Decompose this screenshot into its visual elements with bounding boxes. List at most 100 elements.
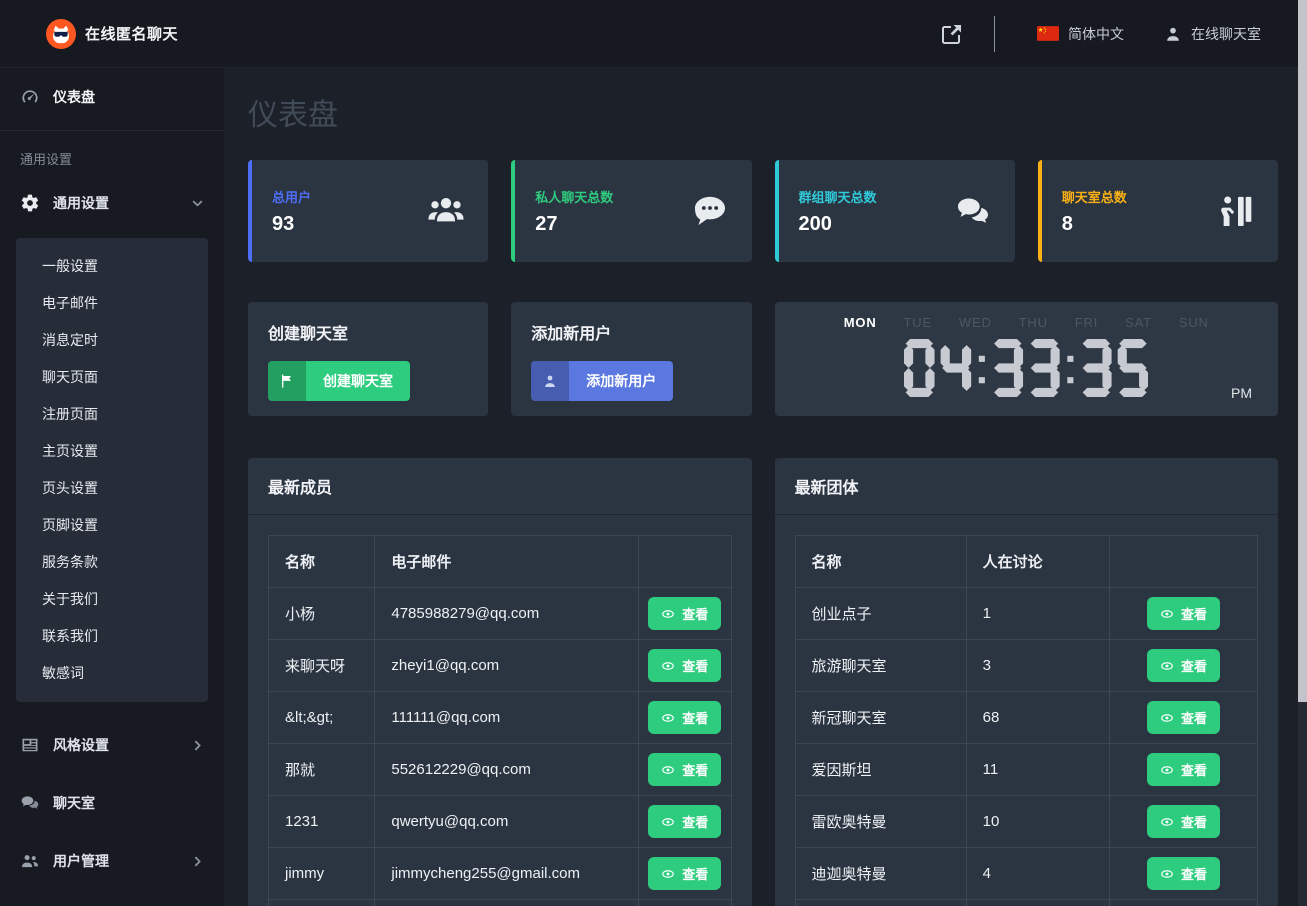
table-cell: 68 bbox=[966, 692, 1109, 744]
view-button[interactable]: 查看 bbox=[648, 753, 721, 786]
table-row: diafdadtest123@qq.com查看 bbox=[269, 900, 732, 906]
table-action-cell: 查看 bbox=[639, 640, 732, 692]
view-button[interactable]: 查看 bbox=[648, 649, 721, 682]
latest-groups-card: 最新团体 名称人在讨论创业点子1查看旅游聊天室3查看新冠聊天室68查看爱因斯坦1… bbox=[775, 458, 1279, 906]
gear-icon bbox=[20, 193, 40, 213]
sidebar-item-label: 风格设置 bbox=[53, 735, 109, 755]
stat-label: 私人聊天总数 bbox=[535, 187, 613, 206]
create-room-title: 创建聊天室 bbox=[268, 320, 468, 344]
sidebar-item-user-management[interactable]: 用户管理 bbox=[0, 832, 224, 890]
table-row: 1231qwertyu@qq.com查看 bbox=[269, 796, 732, 848]
column-header: 名称 bbox=[795, 536, 966, 588]
view-button[interactable]: 查看 bbox=[648, 857, 721, 890]
language-switcher[interactable]: 简体中文 bbox=[1037, 24, 1124, 44]
table-cell: jimmycheng255@gmail.com bbox=[375, 848, 639, 900]
view-button[interactable]: 查看 bbox=[648, 805, 721, 838]
submenu-item-4[interactable]: 注册页面 bbox=[16, 396, 208, 433]
submenu-item-8[interactable]: 服务条款 bbox=[16, 544, 208, 581]
submenu-item-0[interactable]: 一般设置 bbox=[16, 248, 208, 285]
page-scrollbar[interactable] bbox=[1298, 0, 1307, 906]
create-room-button[interactable]: 创建聊天室 bbox=[268, 361, 410, 401]
table-cell: qwertyu@qq.com bbox=[375, 796, 639, 848]
column-header: 人在讨论 bbox=[966, 536, 1109, 588]
view-button[interactable]: 查看 bbox=[1147, 597, 1220, 630]
user-label: 在线聊天室 bbox=[1191, 24, 1261, 44]
clock-day-sun: SUN bbox=[1179, 315, 1209, 330]
clock-day-fri: FRI bbox=[1075, 315, 1098, 330]
users-group-icon bbox=[426, 191, 466, 231]
sidebar-item-label: 聊天室 bbox=[53, 793, 95, 813]
external-link-icon[interactable] bbox=[940, 22, 964, 46]
latest-groups-title: 最新团体 bbox=[775, 458, 1279, 515]
view-button[interactable]: 查看 bbox=[648, 597, 721, 630]
sidebar-item-site-language[interactable]: A 文 网站语言 bbox=[0, 890, 224, 906]
brand[interactable]: 在线匿名聊天 bbox=[0, 19, 224, 49]
door-enter-icon bbox=[1216, 191, 1256, 231]
view-button[interactable]: 查看 bbox=[1147, 753, 1220, 786]
stats-row: 总用户 93 私人聊天总数 27 群组聊天总数 bbox=[248, 160, 1278, 262]
sidebar-item-style-settings[interactable]: 风格设置 bbox=[0, 716, 224, 774]
table-cell: test123@qq.com bbox=[375, 900, 639, 906]
submenu-item-9[interactable]: 关于我们 bbox=[16, 581, 208, 618]
table-cell: 新冠聊天室 bbox=[795, 692, 966, 744]
table-cell: 那就 bbox=[269, 744, 375, 796]
view-button[interactable]: 查看 bbox=[1147, 805, 1220, 838]
table-action-cell: 查看 bbox=[639, 588, 732, 640]
submenu-item-2[interactable]: 消息定时 bbox=[16, 322, 208, 359]
table-action-cell: 查看 bbox=[639, 900, 732, 906]
submenu-item-10[interactable]: 联系我们 bbox=[16, 618, 208, 655]
stat-value: 200 bbox=[799, 213, 877, 236]
table-cell: diafdad bbox=[269, 900, 375, 906]
page-title: 仪表盘 bbox=[248, 90, 1278, 134]
submenu-item-5[interactable]: 主页设置 bbox=[16, 433, 208, 470]
clock-time-display bbox=[799, 339, 1255, 397]
view-button-label: 查看 bbox=[682, 656, 708, 675]
stat-card-private-chats: 私人聊天总数 27 bbox=[511, 160, 751, 262]
table-cell: 4785988279@qq.com bbox=[375, 588, 639, 640]
submenu-item-1[interactable]: 电子邮件 bbox=[16, 285, 208, 322]
brand-name: 在线匿名聊天 bbox=[85, 23, 178, 44]
user-menu[interactable]: 在线聊天室 bbox=[1164, 24, 1261, 44]
table-row: 小杨4785988279@qq.com 查看 bbox=[269, 588, 732, 640]
view-button[interactable]: 查看 bbox=[1147, 857, 1220, 890]
add-user-button[interactable]: 添加新用户 bbox=[531, 361, 673, 401]
submenu-item-7[interactable]: 页脚设置 bbox=[16, 507, 208, 544]
stat-value: 8 bbox=[1062, 213, 1127, 236]
submenu-item-3[interactable]: 聊天页面 bbox=[16, 359, 208, 396]
view-button[interactable]: 查看 bbox=[648, 701, 721, 734]
general-settings-submenu: 一般设置电子邮件消息定时聊天页面注册页面主页设置页头设置页脚设置服务条款关于我们… bbox=[16, 238, 208, 702]
table-row: 雷欧奥特曼10查看 bbox=[795, 796, 1258, 848]
table-header-row: 名称电子邮件 bbox=[269, 536, 732, 588]
clock-day-wed: WED bbox=[959, 315, 992, 330]
view-button-label: 查看 bbox=[682, 864, 708, 883]
stat-value: 27 bbox=[535, 213, 613, 236]
table-cell: 小杨 bbox=[269, 588, 375, 640]
view-button[interactable]: 查看 bbox=[1147, 701, 1220, 734]
sidebar-item-dashboard[interactable]: 仪表盘 bbox=[0, 68, 224, 126]
table-action-cell: 查看 bbox=[1110, 744, 1258, 796]
view-button[interactable]: 查看 bbox=[1147, 649, 1220, 682]
user-icon bbox=[1164, 25, 1182, 43]
table-cell: 爱因斯坦 bbox=[795, 744, 966, 796]
view-button-label: 查看 bbox=[1181, 864, 1207, 883]
latest-members-table: 名称电子邮件小杨4785988279@qq.com查看来聊天呀zheyi1@qq… bbox=[268, 535, 732, 906]
flag-icon bbox=[268, 361, 306, 401]
person-icon bbox=[531, 361, 569, 401]
table-action-cell: 查看 bbox=[639, 848, 732, 900]
table-cell: 1 bbox=[966, 588, 1109, 640]
table-action-cell: 查看 bbox=[1110, 796, 1258, 848]
sidebar-item-chat-rooms[interactable]: 聊天室 bbox=[0, 774, 224, 832]
view-button-label: 查看 bbox=[1181, 708, 1207, 727]
submenu-item-6[interactable]: 页头设置 bbox=[16, 470, 208, 507]
table-action-cell: 查看 bbox=[1110, 900, 1258, 906]
submenu-item-11[interactable]: 敏感词 bbox=[16, 655, 208, 692]
table-row: 爱因斯坦11查看 bbox=[795, 744, 1258, 796]
add-user-card: 添加新用户 添加新用户 bbox=[511, 302, 751, 416]
scrollbar-thumb[interactable] bbox=[1298, 0, 1307, 702]
sidebar-section-label: 通用设置 bbox=[0, 133, 224, 174]
view-button-label: 查看 bbox=[682, 812, 708, 831]
table-row: 来聊天呀zheyi1@qq.com查看 bbox=[269, 640, 732, 692]
sidebar-item-general-settings[interactable]: 通用设置 bbox=[0, 174, 224, 232]
clock-days: MONTUEWEDTHUFRISATSUN bbox=[799, 315, 1255, 330]
table-row: &lt;&gt;111111@qq.com查看 bbox=[269, 692, 732, 744]
